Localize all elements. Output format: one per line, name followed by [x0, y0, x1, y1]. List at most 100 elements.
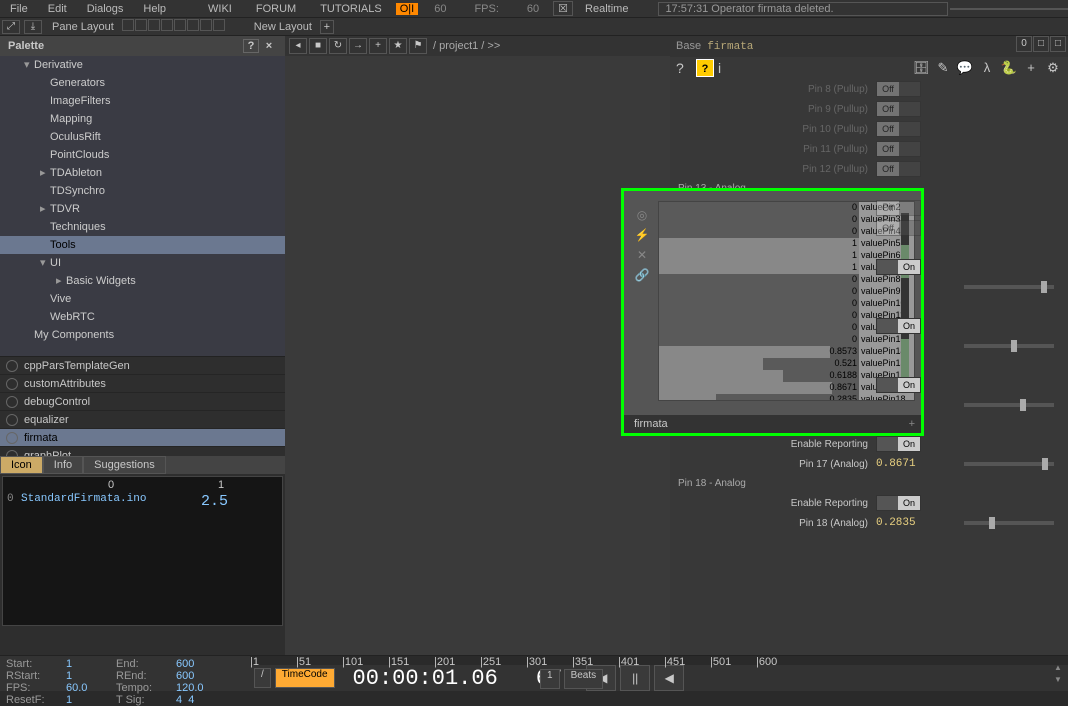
tab-info[interactable]: Info — [43, 456, 83, 474]
timecode-button[interactable]: TimeCode — [275, 668, 335, 688]
component-item[interactable]: customAttributes — [0, 375, 285, 393]
toggle[interactable]: On — [876, 318, 921, 334]
component-item[interactable]: cppParsTemplateGen — [0, 357, 285, 375]
tree-item[interactable]: Mapping — [0, 110, 285, 128]
toggle[interactable]: On — [876, 259, 921, 275]
tree-item[interactable]: ▸TDAbleton — [0, 164, 285, 182]
menu-help[interactable]: Help — [133, 3, 176, 15]
tree-item[interactable]: TDSynchro — [0, 182, 285, 200]
nav-star-button[interactable]: ★ — [389, 38, 407, 54]
menu-file[interactable]: File — [0, 3, 38, 15]
palette-close-button[interactable]: × — [261, 40, 277, 52]
toggle[interactable]: On — [876, 377, 921, 393]
lang-icon[interactable]: λ — [978, 59, 996, 77]
beats-button[interactable]: Beats — [564, 669, 604, 689]
viewer-icon[interactable]: ◎ — [632, 205, 652, 225]
tree-item[interactable]: Tools — [0, 236, 285, 254]
component-item[interactable]: equalizer — [0, 411, 285, 429]
close-flag-icon[interactable]: ✕ — [632, 245, 652, 265]
toggle[interactable]: Off — [876, 101, 921, 117]
menu-edit[interactable]: Edit — [38, 3, 77, 15]
tab-icon[interactable]: Icon — [0, 456, 43, 474]
params-wiki-icon[interactable]: ? — [696, 59, 714, 77]
param-slider[interactable] — [964, 403, 1054, 407]
param-value[interactable]: 0.8671 — [876, 458, 956, 470]
oi-toggle[interactable]: O|I — [396, 3, 418, 15]
network-viewport[interactable]: ◎ ⚡ ✕ 🔗 0valuePin20valuePin30valuePin41v… — [285, 56, 670, 655]
component-list[interactable]: cppParsTemplateGencustomAttributesdebugC… — [0, 356, 285, 456]
corner-zero[interactable]: 0 — [1016, 36, 1032, 52]
toggle[interactable]: Off — [876, 220, 921, 236]
tree-item[interactable]: ▸TDVR — [0, 200, 285, 218]
tc-one-button[interactable]: 1 — [540, 669, 560, 689]
network-path[interactable]: / project1 / >> — [433, 40, 500, 52]
nav-stop-button[interactable]: ■ — [309, 38, 327, 54]
tree-item[interactable]: OculusRift — [0, 128, 285, 146]
toggle[interactable]: Off — [876, 121, 921, 137]
menu-dialogs[interactable]: Dialogs — [77, 3, 134, 15]
palette-help-button[interactable]: ? — [243, 39, 259, 53]
link-wiki[interactable]: WIKI — [196, 3, 244, 15]
param-slider[interactable] — [964, 521, 1054, 525]
add-layout-button[interactable]: + — [320, 20, 334, 34]
nav-add-button[interactable]: + — [369, 38, 387, 54]
link-tutorials[interactable]: TUTORIALS — [308, 3, 394, 15]
params-help-icon[interactable]: ? — [676, 60, 692, 76]
tree-item[interactable]: WebRTC — [0, 308, 285, 326]
tree-item[interactable]: My Components — [0, 326, 285, 344]
tree-item[interactable]: ImageFilters — [0, 92, 285, 110]
tc-slash-button[interactable]: / — [254, 668, 271, 688]
param-slider[interactable] — [964, 462, 1054, 466]
nav-fwd-button[interactable]: → — [349, 38, 367, 54]
pause-button[interactable]: || — [620, 665, 650, 691]
time-display[interactable]: 00:00:01.06 — [339, 666, 512, 691]
toggle[interactable]: Off — [876, 141, 921, 157]
tree-item[interactable]: ▾Derivative — [0, 56, 285, 74]
params-info-icon[interactable]: i — [718, 60, 734, 76]
node-name-label[interactable]: firmata + — [624, 415, 921, 433]
tree-item[interactable]: ▾UI — [0, 254, 285, 272]
toggle[interactable]: On — [876, 495, 921, 511]
component-item[interactable]: graphPlot — [0, 447, 285, 456]
corner-a[interactable]: □ — [1033, 36, 1049, 52]
node-minibar[interactable] — [901, 213, 909, 393]
db-icon[interactable]: 🗄 — [912, 59, 930, 77]
toggle[interactable]: Off — [876, 200, 921, 216]
toggle[interactable]: On — [876, 436, 921, 452]
new-layout-label[interactable]: New Layout — [254, 21, 312, 33]
layout-presets[interactable] — [122, 19, 226, 34]
edit-icon[interactable]: ✎ — [934, 59, 952, 77]
tree-item[interactable]: Techniques — [0, 218, 285, 236]
component-item[interactable]: debugControl — [0, 393, 285, 411]
tree-item[interactable]: ▸Basic Widgets — [0, 272, 285, 290]
nav-refresh-button[interactable]: ↻ — [329, 38, 347, 54]
tree-item[interactable]: Generators — [0, 74, 285, 92]
component-item[interactable]: firmata — [0, 429, 285, 447]
corner-b[interactable]: □ — [1050, 36, 1066, 52]
link-forum[interactable]: FORUM — [244, 3, 308, 15]
expand-icon[interactable]: ⤢ — [2, 20, 20, 34]
toggle[interactable]: Off — [876, 81, 921, 97]
timeline-ruler[interactable]: |1|51|101|151|201|251|301|351|401|451|50… — [250, 656, 1068, 665]
tree-item[interactable]: Vive — [0, 290, 285, 308]
add-param-icon[interactable]: + — [1022, 59, 1040, 77]
tree-item[interactable]: PointClouds — [0, 146, 285, 164]
opname-field[interactable]: firmata — [707, 41, 753, 53]
toggle[interactable]: Off — [876, 161, 921, 177]
comment-icon[interactable]: 💬 — [956, 59, 974, 77]
realtime-checkbox[interactable]: ☒ — [553, 1, 573, 16]
activity-icon[interactable]: ⚡ — [632, 225, 652, 245]
scroll-down-icon[interactable]: ▼ — [1052, 675, 1064, 687]
tab-suggestions[interactable]: Suggestions — [83, 456, 166, 474]
save-layout-icon[interactable]: ⤓ — [24, 20, 42, 34]
param-slider[interactable] — [964, 344, 1054, 348]
play-back-button[interactable]: ◀ — [654, 665, 684, 691]
param-slider[interactable] — [964, 285, 1054, 289]
gear-icon[interactable]: ⚙ — [1044, 59, 1062, 77]
params-scroll[interactable]: ▲ ▼ — [1052, 663, 1064, 687]
python-icon[interactable]: 🐍 — [1000, 59, 1018, 77]
nav-back-button[interactable]: ◂ — [289, 38, 307, 54]
nav-flag-button[interactable]: ⚑ — [409, 38, 427, 54]
param-value[interactable]: 0.2835 — [876, 517, 956, 529]
link-icon[interactable]: 🔗 — [632, 265, 652, 285]
